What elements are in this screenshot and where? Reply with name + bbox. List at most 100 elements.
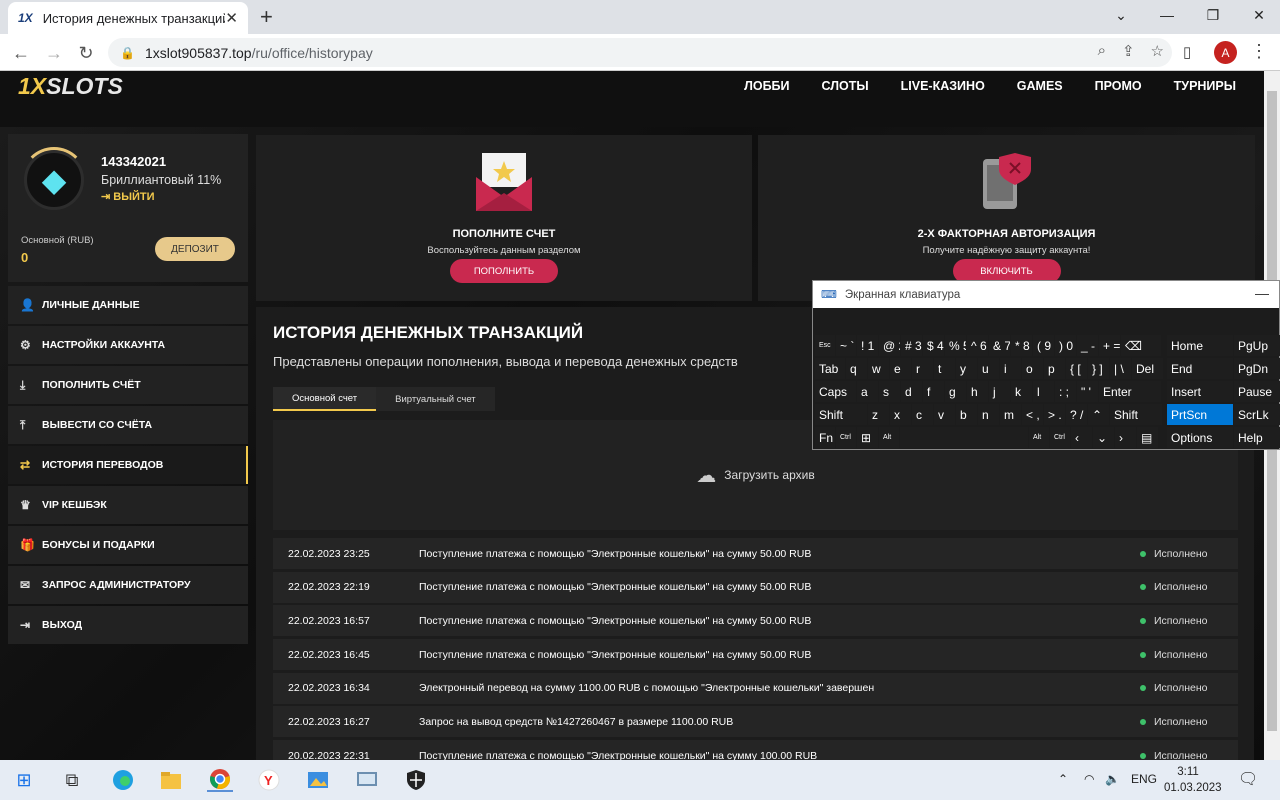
osk-key[interactable]: ? / bbox=[1066, 404, 1087, 425]
osk-key[interactable]: Del bbox=[1132, 358, 1163, 379]
nav-lobby[interactable]: ЛОББИ bbox=[744, 79, 789, 93]
menu-item-admin-request[interactable]: ✉ ЗАПРОС АДМИНИСТРАТОРУ bbox=[8, 566, 248, 604]
url-input[interactable]: 🔒 1xslot905837.top /ru/office/historypay… bbox=[108, 38, 1172, 67]
osk-key[interactable]: : ; bbox=[1055, 381, 1076, 402]
nav-slots[interactable]: СЛОТЫ bbox=[822, 79, 869, 93]
site-logo[interactable]: 1XSLOTS bbox=[18, 73, 123, 100]
osk-nav-key[interactable]: PgUp bbox=[1234, 335, 1280, 356]
osk-key[interactable]: › bbox=[1115, 427, 1136, 448]
osk-key[interactable]: q bbox=[846, 358, 867, 379]
nav-promo[interactable]: ПРОМО bbox=[1095, 79, 1142, 93]
task-view-icon[interactable]: ⧉ bbox=[59, 768, 85, 792]
osk-nav-key[interactable]: Insert bbox=[1167, 381, 1233, 402]
osk-key[interactable]: + = bbox=[1099, 335, 1120, 356]
minimize-button[interactable]: — bbox=[1144, 0, 1190, 30]
osk-key[interactable]: Shift bbox=[815, 404, 867, 425]
language-indicator[interactable]: ENG bbox=[1131, 772, 1157, 786]
osk-titlebar[interactable]: ⌨ Экранная клавиатура — bbox=[813, 281, 1279, 308]
table-row[interactable]: 22.02.2023 16:34 Электронный перевод на с… bbox=[273, 672, 1238, 704]
tab-close-icon[interactable]: ✕ bbox=[225, 9, 238, 27]
osk-key[interactable]: & 7 bbox=[989, 335, 1010, 356]
osk-key[interactable]: w bbox=[868, 358, 889, 379]
browser-tab[interactable]: 1X История денежных транзакций ✕ bbox=[8, 2, 248, 34]
edge-icon[interactable] bbox=[110, 768, 136, 792]
osk-key[interactable]: e bbox=[890, 358, 911, 379]
osk-key[interactable]: ‹ bbox=[1071, 427, 1092, 448]
yandex-icon[interactable]: Y bbox=[256, 768, 282, 792]
osk-nav-key[interactable]: Help bbox=[1234, 427, 1280, 448]
osk-key[interactable]: n bbox=[978, 404, 999, 425]
osk-key[interactable]: @ 2 bbox=[879, 335, 900, 356]
table-row[interactable]: 20.02.2023 22:31 Поступление платежа с по… bbox=[273, 740, 1238, 760]
osk-key[interactable]: h bbox=[967, 381, 988, 402]
osk-key[interactable]: Alt bbox=[879, 427, 899, 448]
table-row[interactable]: 22.02.2023 23:25 Поступление платежа с по… bbox=[273, 538, 1238, 569]
osk-nav-key[interactable]: PrtScn bbox=[1167, 404, 1233, 425]
menu-item-deposit[interactable]: ⤓ ПОПОЛНИТЬ СЧЁТ bbox=[8, 366, 248, 404]
osk-key[interactable]: % 5 bbox=[945, 335, 966, 356]
tab-virtual-account[interactable]: Виртуальный счет bbox=[376, 387, 495, 411]
osk-key[interactable]: Ctrl bbox=[1050, 427, 1070, 448]
nav-tournaments[interactable]: ТУРНИРЫ bbox=[1174, 79, 1236, 93]
file-explorer-icon[interactable] bbox=[158, 768, 184, 792]
table-row[interactable]: 22.02.2023 16:27 Запрос на вывод средств … bbox=[273, 706, 1238, 738]
osk-key[interactable]: f bbox=[923, 381, 944, 402]
osk-key[interactable]: Enter bbox=[1099, 381, 1161, 402]
osk-key[interactable]: a bbox=[857, 381, 878, 402]
osk-key[interactable]: Alt bbox=[1029, 427, 1049, 448]
osk-key[interactable]: Esc bbox=[815, 335, 835, 356]
osk-key[interactable]: c bbox=[912, 404, 933, 425]
system-clock[interactable]: 3:11 01.03.2023 bbox=[1164, 764, 1222, 796]
logout-link[interactable]: ⇥ ВЫЙТИ bbox=[101, 190, 155, 203]
osk-nav-key[interactable]: Options bbox=[1167, 427, 1233, 448]
side-panel-icon[interactable]: ▯ bbox=[1183, 43, 1191, 61]
osk-key[interactable]: " ' bbox=[1077, 381, 1098, 402]
notifications-icon[interactable]: 🗨 bbox=[1238, 769, 1258, 789]
osk-nav-key[interactable]: Pause bbox=[1234, 381, 1280, 402]
osk-key[interactable]: } ] bbox=[1088, 358, 1109, 379]
menu-item-settings[interactable]: ⚙ НАСТРОЙКИ АККАУНТА bbox=[8, 326, 248, 364]
back-icon[interactable]: ← bbox=[8, 40, 34, 66]
chrome-icon[interactable] bbox=[207, 768, 233, 792]
osk-key[interactable]: ⌄ bbox=[1093, 427, 1114, 448]
tab-search-button[interactable]: ⌄ bbox=[1098, 0, 1144, 30]
osk-key[interactable]: s bbox=[879, 381, 900, 402]
osk-key[interactable]: u bbox=[978, 358, 999, 379]
osk-key[interactable]: t bbox=[934, 358, 955, 379]
osk-key[interactable]: ⌫ bbox=[1121, 335, 1161, 356]
osk-key[interactable]: | \ bbox=[1110, 358, 1131, 379]
osk-key[interactable]: i bbox=[1000, 358, 1021, 379]
osk-key[interactable]: Caps bbox=[815, 381, 856, 402]
osk-key[interactable]: z bbox=[868, 404, 889, 425]
osk-key[interactable]: ⊞ bbox=[857, 427, 878, 448]
osk-key[interactable]: p bbox=[1044, 358, 1065, 379]
menu-item-history[interactable]: ⇄ ИСТОРИЯ ПЕРЕВОДОВ bbox=[8, 446, 248, 484]
share-icon[interactable]: ⇪ bbox=[1122, 42, 1135, 60]
osk-key[interactable]: b bbox=[956, 404, 977, 425]
osk-key[interactable] bbox=[900, 427, 1028, 448]
menu-dots-icon[interactable]: ⋮ bbox=[1250, 41, 1268, 62]
osk-key[interactable]: ^ 6 bbox=[967, 335, 988, 356]
restore-button[interactable]: ❐ bbox=[1190, 0, 1236, 30]
osk-key[interactable]: Fn bbox=[815, 427, 835, 448]
osk-key[interactable]: j bbox=[989, 381, 1010, 402]
osk-key[interactable]: $ 4 bbox=[923, 335, 944, 356]
new-tab-button[interactable]: + bbox=[260, 4, 273, 30]
osk-nav-key[interactable]: Home bbox=[1167, 335, 1233, 356]
photos-icon[interactable] bbox=[305, 768, 331, 792]
osk-key[interactable]: ⌃ bbox=[1088, 404, 1109, 425]
menu-item-vip-cashback[interactable]: ♛ VIP КЕШБЭК bbox=[8, 486, 248, 524]
table-row[interactable]: 22.02.2023 22:19 Поступление платежа с по… bbox=[273, 571, 1238, 603]
profile-avatar[interactable]: A bbox=[1214, 41, 1237, 64]
osk-key[interactable]: o bbox=[1022, 358, 1043, 379]
osk-minimize-button[interactable]: — bbox=[1255, 285, 1269, 301]
osk-key[interactable]: < , bbox=[1022, 404, 1043, 425]
remote-app-icon[interactable] bbox=[354, 768, 380, 792]
osk-key[interactable]: Tab bbox=[815, 358, 845, 379]
nav-live-casino[interactable]: LIVE-КАЗИНО bbox=[901, 79, 985, 93]
osk-key[interactable]: ▤ bbox=[1137, 427, 1158, 448]
osk-key[interactable]: x bbox=[890, 404, 911, 425]
osk-nav-key[interactable]: ScrLk bbox=[1234, 404, 1280, 425]
osk-key[interactable]: v bbox=[934, 404, 955, 425]
zoom-icon[interactable]: ⌕ bbox=[1098, 42, 1106, 60]
